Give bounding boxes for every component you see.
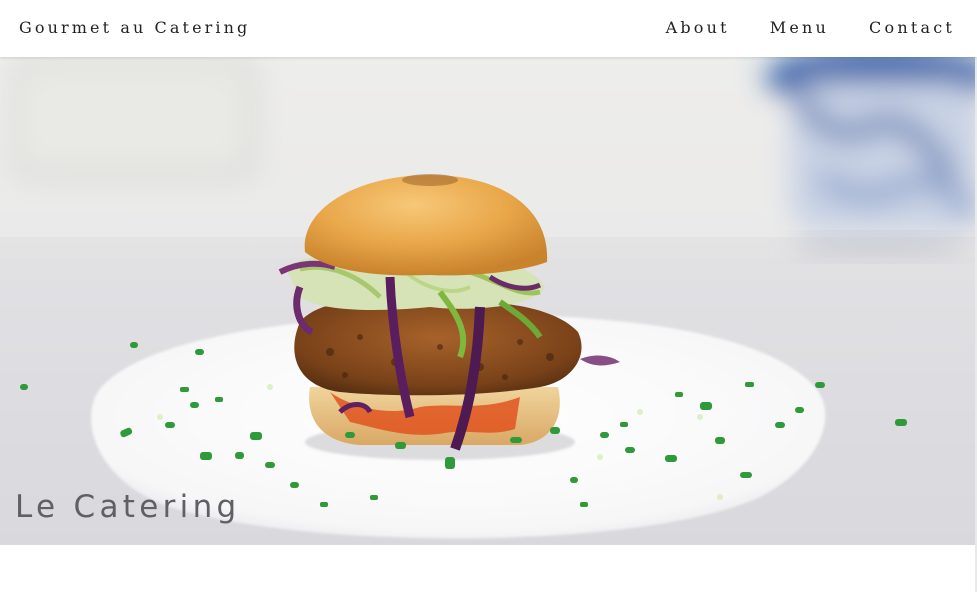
blurred-blue-bowl-shape — [765, 57, 977, 232]
hero-banner: Le Catering — [0, 57, 977, 545]
nav-link-contact[interactable]: Contact — [869, 18, 955, 37]
page: Gourmet au Catering About Menu Contact L… — [0, 0, 977, 592]
hero-title: Le Catering — [15, 489, 241, 525]
content-section-start — [0, 545, 977, 592]
burger-photo — [0, 57, 977, 545]
top-navigation-bar: Gourmet au Catering About Menu Contact — [0, 0, 977, 57]
nav-link-about[interactable]: About — [666, 18, 730, 37]
main-nav: About Menu Contact — [666, 18, 955, 37]
site-brand[interactable]: Gourmet au Catering — [19, 18, 250, 37]
nav-link-menu[interactable]: Menu — [770, 18, 829, 37]
